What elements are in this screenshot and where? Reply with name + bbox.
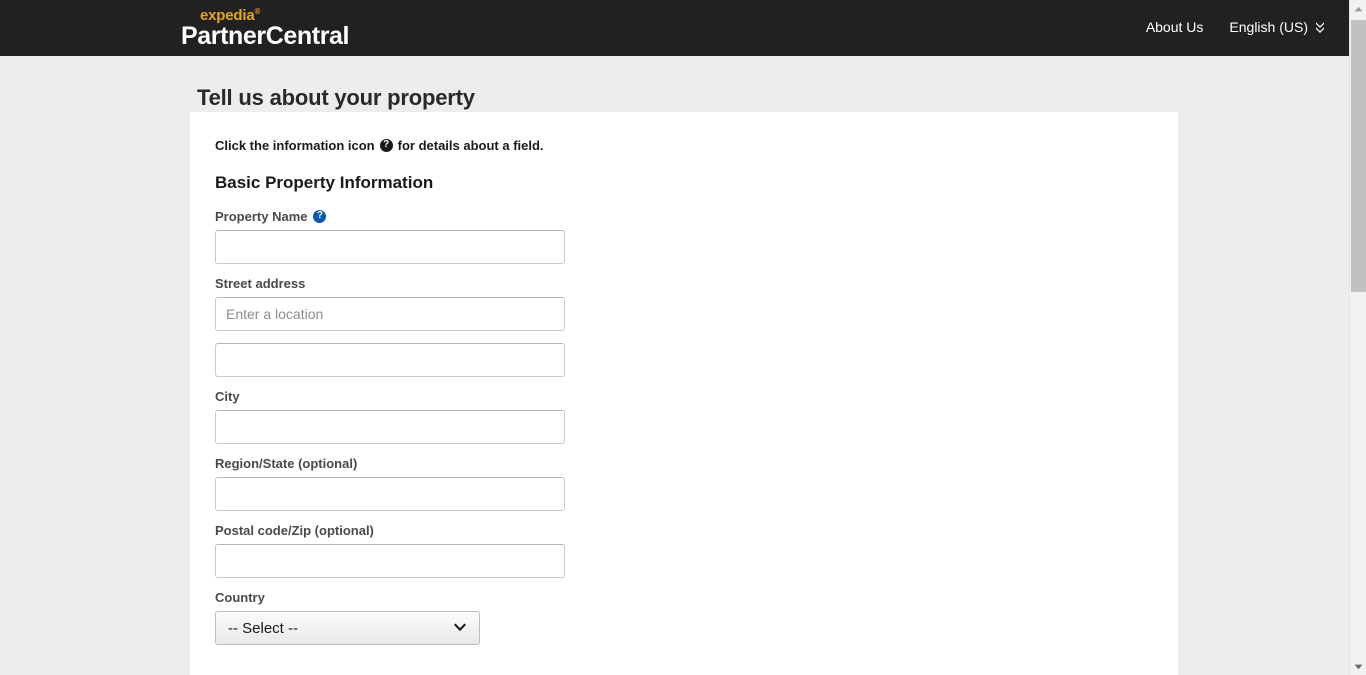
field-city: City <box>215 389 1178 444</box>
brand-trademark: ® <box>254 6 261 16</box>
label-street-address: Street address <box>215 276 1178 291</box>
brand-partnercentral-text: PartnerCentral <box>181 21 350 50</box>
nav-link-about-us[interactable]: About Us <box>1146 19 1204 35</box>
app-root: expedia® PartnerCentral About Us English… <box>0 0 1366 675</box>
label-country-text: Country <box>215 590 265 605</box>
triangle-down-icon <box>1354 664 1363 670</box>
label-city-text: City <box>215 389 240 404</box>
input-postal-code-zip[interactable] <box>215 544 565 578</box>
brand-expedia-word: expedia <box>200 6 255 24</box>
scrollbar-down-button[interactable] <box>1350 658 1366 675</box>
label-property-name: Property Name ? <box>215 209 1178 224</box>
label-region-state: Region/State (optional) <box>215 456 1178 471</box>
label-city: City <box>215 389 1178 404</box>
scrollbar-up-button[interactable] <box>1350 0 1366 17</box>
input-street-address-line-2[interactable] <box>215 343 565 377</box>
header-nav: About Us English (US) <box>1146 19 1325 37</box>
field-street-address: Street address <box>215 276 1178 331</box>
instruction-line: Click the information icon ? for details… <box>215 138 1178 153</box>
label-property-name-text: Property Name <box>215 209 308 224</box>
question-mark-circle-icon[interactable]: ? <box>379 139 393 152</box>
field-country: Country -- Select -- <box>215 590 1178 645</box>
brand-expedia-text: expedia® <box>200 6 349 24</box>
triangle-up-icon <box>1354 6 1363 12</box>
field-street-address-line-2 <box>215 343 1178 377</box>
field-region-state: Region/State (optional) <box>215 456 1178 511</box>
basic-property-information-form: Property Name ? Street address City <box>215 209 1178 645</box>
brand-logo-expedia-partnercentral[interactable]: expedia® PartnerCentral <box>181 6 350 50</box>
language-selector[interactable]: English (US) <box>1229 19 1325 35</box>
input-city[interactable] <box>215 410 565 444</box>
vertical-scrollbar[interactable] <box>1349 0 1366 675</box>
double-chevron-down-icon <box>1315 22 1325 34</box>
page-title: Tell us about your property <box>197 84 475 110</box>
field-postal-code-zip: Postal code/Zip (optional) <box>215 523 1178 578</box>
site-header: expedia® PartnerCentral About Us English… <box>0 0 1349 56</box>
instruction-prefix-text: Click the information icon <box>215 138 375 153</box>
content-card: Click the information icon ? for details… <box>190 112 1178 675</box>
label-region-state-text: Region/State (optional) <box>215 456 358 471</box>
input-region-state[interactable] <box>215 477 565 511</box>
label-street-address-text: Street address <box>215 276 306 291</box>
select-wrapper-country: -- Select -- <box>215 611 480 645</box>
question-mark-circle-icon-blue[interactable]: ? <box>313 210 327 223</box>
input-property-name[interactable] <box>215 230 565 264</box>
language-selector-label: English (US) <box>1229 19 1308 35</box>
field-property-name: Property Name ? <box>215 209 1178 264</box>
label-postal-code-zip-text: Postal code/Zip (optional) <box>215 523 374 538</box>
label-country: Country <box>215 590 1178 605</box>
input-street-address[interactable] <box>215 297 565 331</box>
instruction-suffix-text: for details about a field. <box>397 138 544 153</box>
select-country[interactable]: -- Select -- <box>215 611 480 645</box>
scrollbar-thumb[interactable] <box>1351 20 1366 292</box>
label-postal-code-zip: Postal code/Zip (optional) <box>215 523 1178 538</box>
section-heading-basic-property-information: Basic Property Information <box>215 173 434 192</box>
